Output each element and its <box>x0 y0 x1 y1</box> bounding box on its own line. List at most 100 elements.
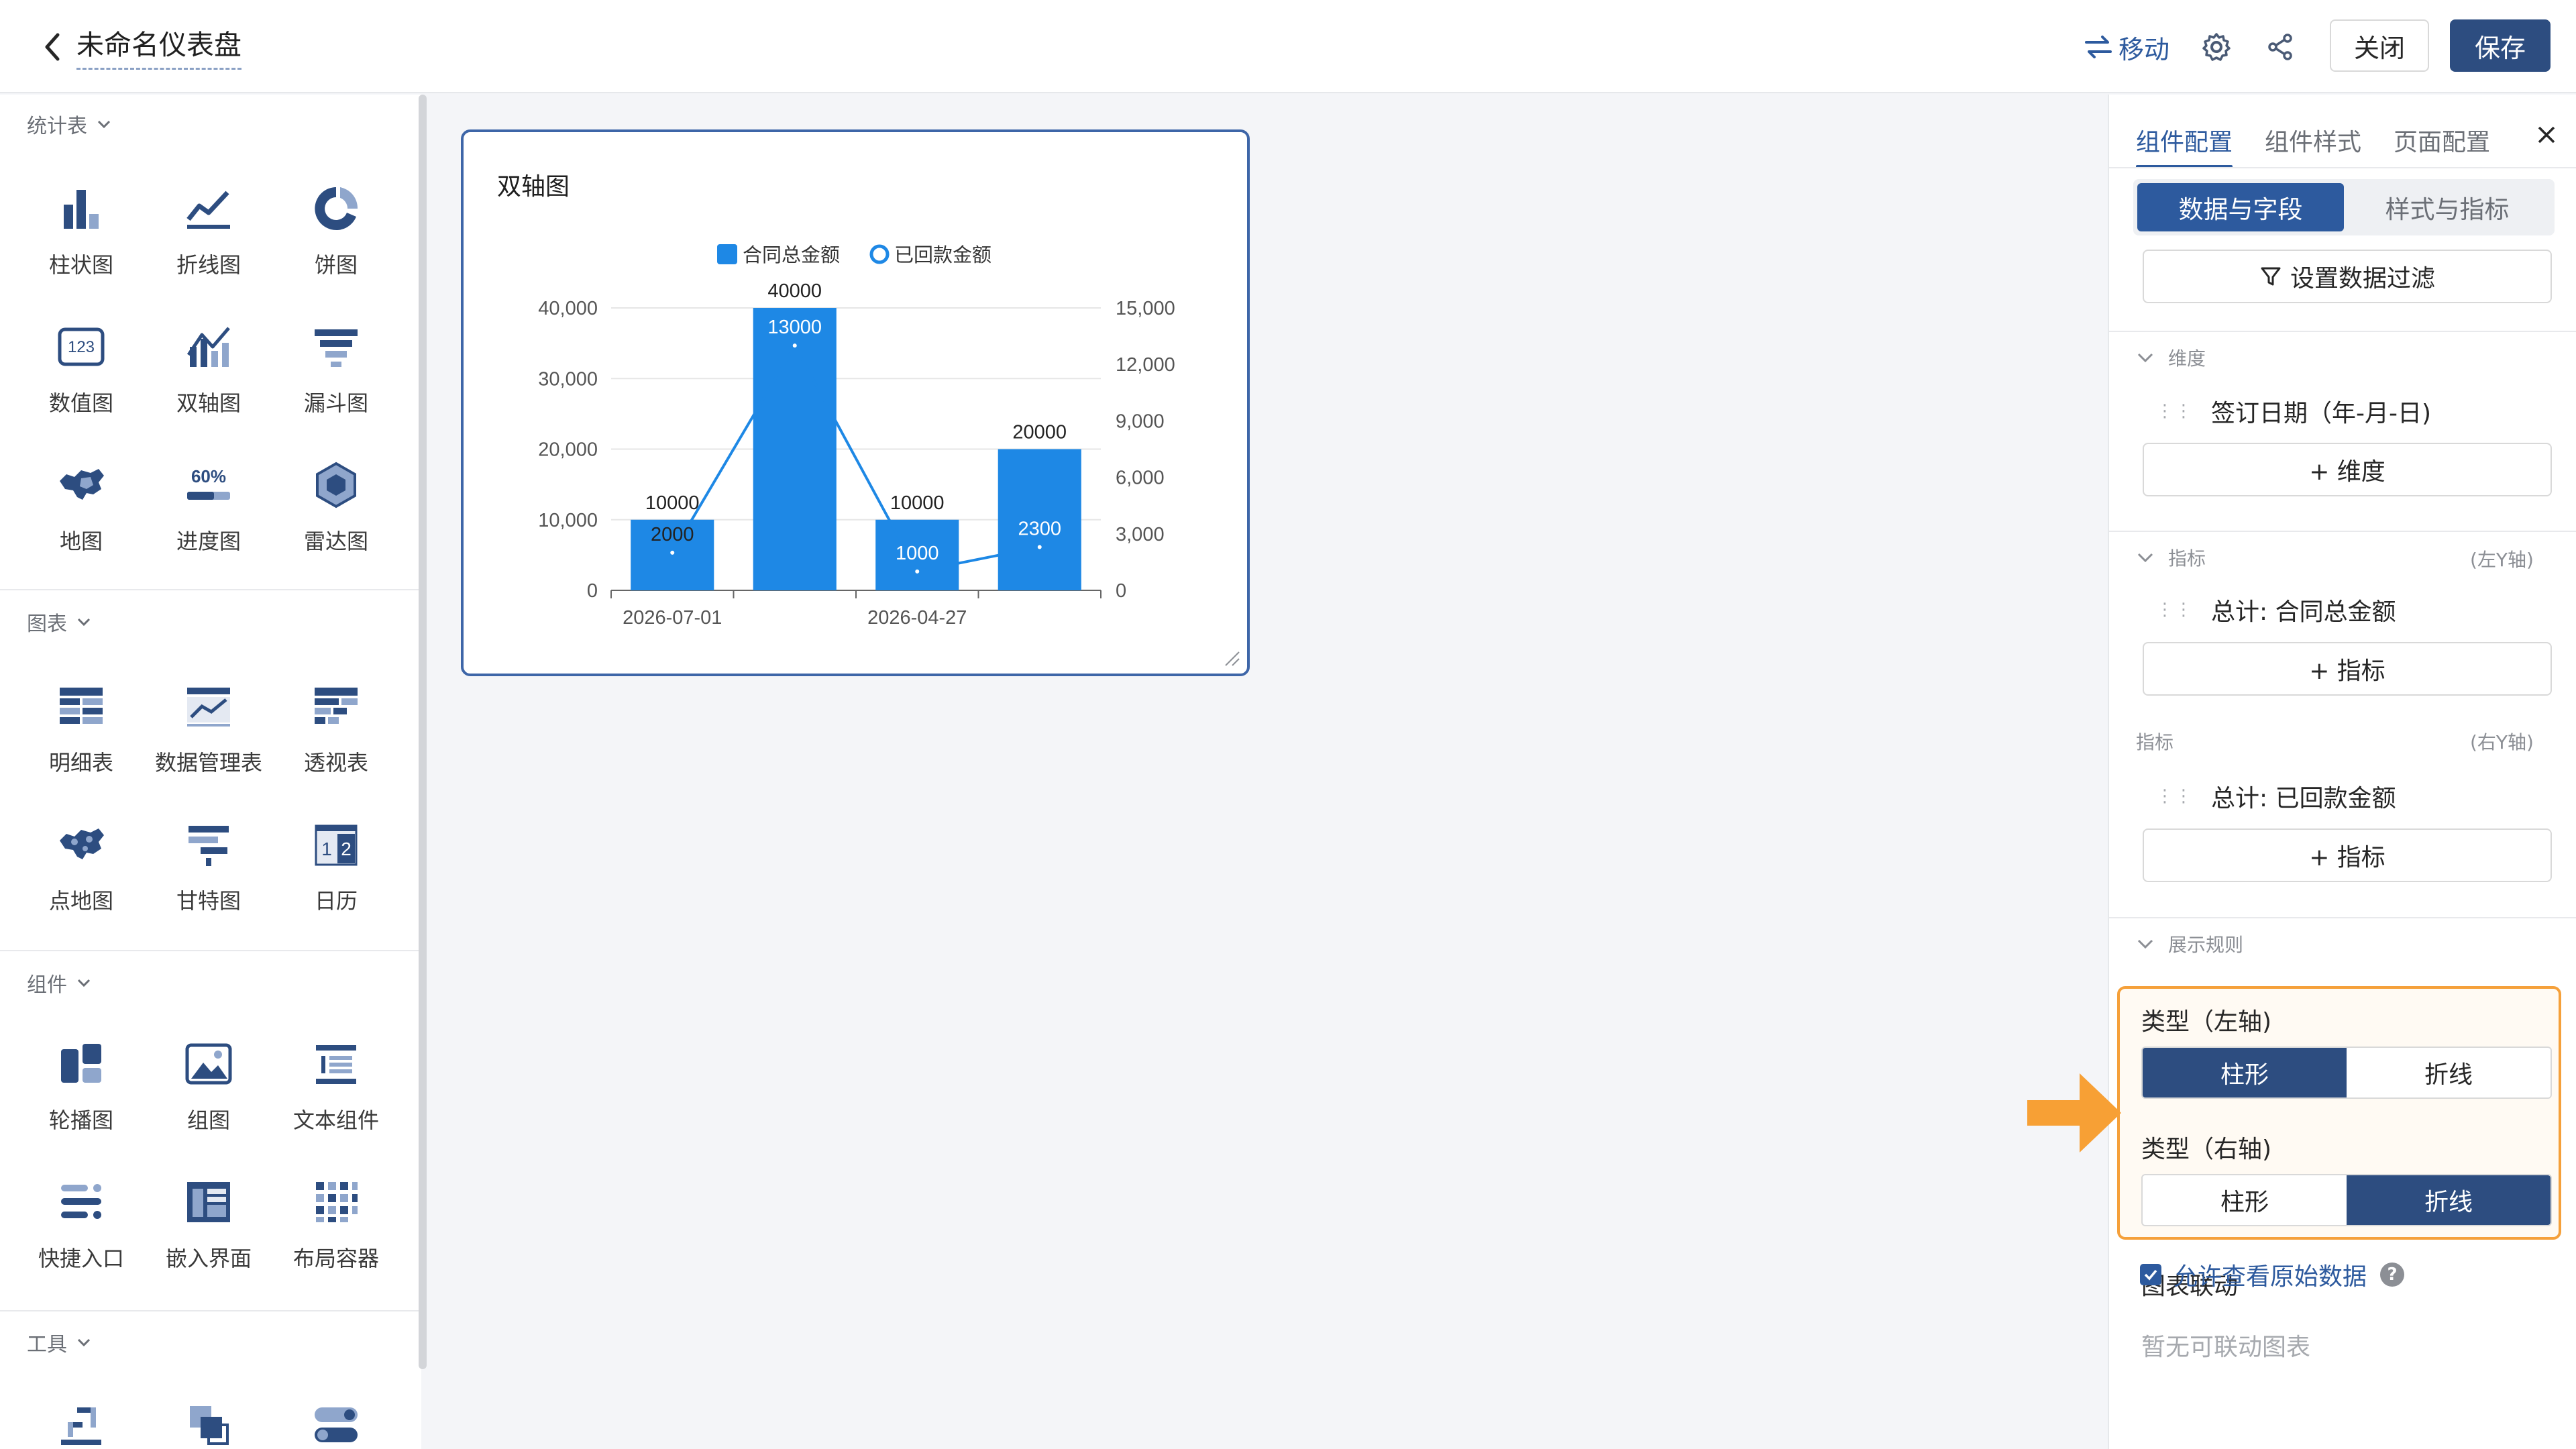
tab-component-config[interactable]: 组件配置 <box>2136 109 2233 168</box>
section-header-components[interactable]: 组件 <box>27 968 91 998</box>
metrics-left-section-header[interactable]: 指标 <box>2136 544 2206 571</box>
calendar-icon-text-1: 1 <box>321 839 332 859</box>
allow-raw-data-checkbox-row[interactable]: 允许查看原始数据 ? <box>2140 1257 2405 1292</box>
line-chart-icon <box>178 178 239 239</box>
tile-dual-axis-chart[interactable]: 双轴图 <box>145 317 272 437</box>
line-point <box>792 343 797 348</box>
drag-handle-icon[interactable]: ⋮⋮ <box>2156 786 2194 806</box>
tile-label: 漏斗图 <box>303 390 368 416</box>
tile-detail-table[interactable]: 明细表 <box>17 676 145 797</box>
tile-label: 嵌入界面 <box>165 1246 252 1271</box>
back-arrow-icon[interactable] <box>39 27 66 64</box>
tile-pivot-table[interactable]: 透视表 <box>272 676 400 797</box>
progress-chart-icon: 60% <box>178 455 239 515</box>
add-metric-left-button[interactable]: + 指标 <box>2143 642 2552 696</box>
dimension-field-label: 签订日期（年-月-日) <box>2211 400 2432 427</box>
legend-bar-label: 合同总金额 <box>743 244 840 266</box>
tile-tool-step[interactable] <box>17 1395 145 1449</box>
tile-bar-chart[interactable]: 柱状图 <box>17 178 145 299</box>
metric-left-field[interactable]: ⋮⋮ 总计: 合同总金额 <box>2156 592 2396 627</box>
tile-label: 数据管理表 <box>154 750 262 775</box>
section-header-stats[interactable]: 统计表 <box>27 109 111 139</box>
tile-label: 日历 <box>314 888 358 914</box>
left-axis-type-label: 类型（左轴) <box>2141 1008 2272 1036</box>
help-question-icon[interactable]: ? <box>2380 1263 2405 1287</box>
line-point <box>670 550 675 555</box>
tile-map-chart[interactable]: 地图 <box>17 455 145 576</box>
tile-line-chart[interactable]: 折线图 <box>145 178 272 299</box>
tile-pie-chart[interactable]: 饼图 <box>272 178 400 299</box>
tabs-divider <box>2109 167 2576 168</box>
section-divider <box>2109 331 2576 332</box>
tile-embed-page[interactable]: 嵌入界面 <box>145 1172 272 1293</box>
drag-handle-icon[interactable]: ⋮⋮ <box>2156 401 2194 421</box>
tile-tool-layer[interactable] <box>145 1395 272 1449</box>
tile-text-component[interactable]: 文本组件 <box>272 1034 400 1155</box>
tile-calendar[interactable]: 12 日历 <box>272 814 400 935</box>
tile-image-group[interactable]: 组图 <box>145 1034 272 1155</box>
settings-gear-icon[interactable] <box>2196 27 2237 67</box>
save-button[interactable]: 保存 <box>2450 19 2551 72</box>
tile-layout-container[interactable]: 布局容器 <box>272 1172 400 1293</box>
chevron-down-icon <box>97 120 111 129</box>
set-data-filter-button[interactable]: 设置数据过滤 <box>2143 250 2552 303</box>
subtab-data-fields[interactable]: 数据与字段 <box>2137 183 2344 231</box>
left-panel-scrollbar[interactable] <box>419 95 427 1369</box>
tile-point-map[interactable]: 点地图 <box>17 814 145 935</box>
move-button[interactable]: 移动 <box>2084 27 2169 67</box>
panel-close-icon[interactable] <box>2526 115 2567 155</box>
left-type-bar-option[interactable]: 柱形 <box>2143 1048 2347 1097</box>
add-dimension-button[interactable]: + 维度 <box>2143 443 2552 496</box>
tab-component-style[interactable]: 组件样式 <box>2265 109 2361 168</box>
tile-data-management-table[interactable]: 数据管理表 <box>145 676 272 797</box>
right-type-bar-option[interactable]: 柱形 <box>2143 1175 2347 1225</box>
line-value-label: 2300 <box>1018 518 1061 539</box>
section-divider <box>2109 917 2576 918</box>
tile-shortcut-entry[interactable]: 快捷入口 <box>17 1172 145 1293</box>
drag-handle-icon[interactable]: ⋮⋮ <box>2156 600 2194 620</box>
dual-axis-chart-card[interactable]: 双轴图 0 10,000 20,000 30,000 40,000 0 3,000 6,000… <box>461 129 1250 676</box>
chevron-down-icon <box>2137 939 2153 949</box>
resize-handle-icon[interactable] <box>1223 649 1240 667</box>
point-map-icon <box>51 814 111 875</box>
metric-right-field[interactable]: ⋮⋮ 总计: 已回款金额 <box>2156 779 2396 814</box>
tile-label: 透视表 <box>303 750 368 775</box>
shortcut-entry-icon <box>51 1172 111 1232</box>
tile-gantt-chart[interactable]: 甘特图 <box>145 814 272 935</box>
tile-label: 雷达图 <box>303 529 368 554</box>
subtab-style-metrics[interactable]: 样式与指标 <box>2344 183 2551 231</box>
section-header-tables[interactable]: 图表 <box>27 607 91 637</box>
add-metric-right-button[interactable]: + 指标 <box>2143 828 2552 882</box>
share-icon[interactable] <box>2260 27 2300 67</box>
tile-radar-chart[interactable]: 雷达图 <box>272 455 400 576</box>
dashboard-title[interactable]: 未命名仪表盘 <box>76 22 241 70</box>
section-header-tools[interactable]: 工具 <box>27 1328 91 1357</box>
filter-funnel-icon <box>2261 267 2281 286</box>
left-type-line-option[interactable]: 折线 <box>2347 1048 2551 1097</box>
metrics-right-title: 指标 <box>2136 731 2174 753</box>
tile-label: 快捷入口 <box>38 1246 124 1271</box>
tile-label: 点地图 <box>48 888 113 914</box>
tile-tool-toggle[interactable] <box>272 1395 400 1449</box>
tile-number-chart[interactable]: 123 数值图 <box>17 317 145 437</box>
tile-label: 双轴图 <box>176 390 241 416</box>
orange-arrow-pointer-icon <box>2027 1073 2121 1152</box>
legend-line-label: 已回款金额 <box>894 244 991 266</box>
pivot-table-icon <box>306 676 366 737</box>
tile-funnel-chart[interactable]: 漏斗图 <box>272 317 400 437</box>
gantt-chart-icon <box>178 814 239 875</box>
dimension-section-header[interactable]: 维度 <box>2136 344 2206 371</box>
swap-arrows-icon <box>2085 36 2112 58</box>
dimension-field[interactable]: ⋮⋮ 签订日期（年-月-日) <box>2156 394 2431 429</box>
radar-chart-icon <box>306 455 366 515</box>
right-type-line-option[interactable]: 折线 <box>2347 1175 2551 1225</box>
tile-progress-chart[interactable]: 60% 进度图 <box>145 455 272 576</box>
tab-page-config[interactable]: 页面配置 <box>2394 109 2490 168</box>
tile-carousel[interactable]: 轮播图 <box>17 1034 145 1155</box>
tool-step-icon <box>51 1395 111 1449</box>
tile-label: 甘特图 <box>176 888 241 914</box>
allow-raw-data-checkbox[interactable] <box>2140 1264 2161 1285</box>
tile-label: 柱状图 <box>48 252 113 278</box>
display-rules-section-header[interactable]: 展示规则 <box>2136 930 2243 957</box>
close-button[interactable]: 关闭 <box>2330 19 2429 72</box>
